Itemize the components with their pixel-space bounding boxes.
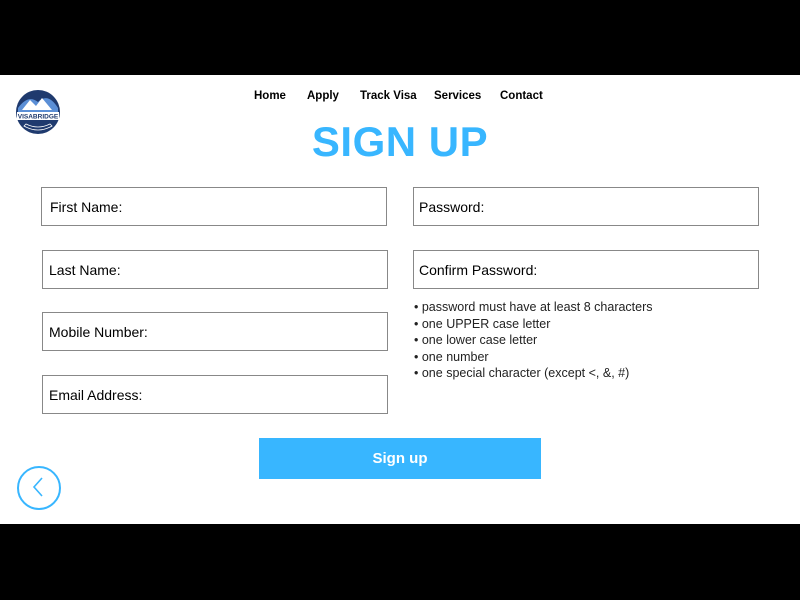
last-name-label: Last Name: <box>49 262 121 278</box>
nav-track-visa[interactable]: Track Visa <box>360 90 417 102</box>
password-label: Password: <box>419 199 485 215</box>
email-address-label: Email Address: <box>49 387 143 403</box>
last-name-field[interactable]: Last Name: <box>42 250 388 289</box>
password-field[interactable]: Password: <box>413 187 759 226</box>
password-rule: one lower case letter <box>414 332 653 349</box>
first-name-field[interactable]: First Name: <box>41 187 387 226</box>
back-button[interactable] <box>17 466 61 510</box>
confirm-password-label: Confirm Password: <box>419 262 538 278</box>
mobile-number-label: Mobile Number: <box>49 324 148 340</box>
first-name-label: First Name: <box>50 199 123 215</box>
page-title: SIGN UP <box>311 118 489 165</box>
confirm-password-field[interactable]: Confirm Password: <box>413 250 759 289</box>
email-address-field[interactable]: Email Address: <box>42 375 388 414</box>
password-rule: password must have at least 8 characters <box>414 299 653 316</box>
signup-page: VISABRIDGE Home Apply Track Visa Service… <box>0 75 800 524</box>
password-rule: one number <box>414 349 653 366</box>
nav-home[interactable]: Home <box>254 90 286 102</box>
sign-up-button[interactable]: Sign up <box>259 438 541 479</box>
chevron-left-icon <box>32 477 43 497</box>
mobile-number-field[interactable]: Mobile Number: <box>42 312 388 351</box>
password-requirements: password must have at least 8 characters… <box>414 299 653 382</box>
nav-services[interactable]: Services <box>434 90 481 102</box>
password-rule: one UPPER case letter <box>414 316 653 333</box>
password-rule: one special character (except <, &, #) <box>414 365 653 382</box>
nav-apply[interactable]: Apply <box>307 90 339 102</box>
main-nav: Home Apply Track Visa Services Contact <box>0 90 800 106</box>
nav-contact[interactable]: Contact <box>500 90 543 102</box>
